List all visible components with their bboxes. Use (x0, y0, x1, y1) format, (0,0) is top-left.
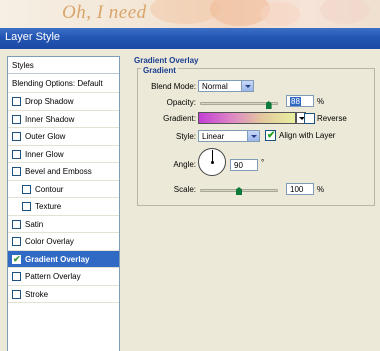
sidebar-item-blending-options-default[interactable]: Blending Options: Default (8, 74, 119, 93)
dialog-title-bar[interactable]: Layer Style (0, 28, 380, 49)
gradient-picker[interactable] (198, 112, 296, 124)
reverse-label: Reverse (317, 114, 347, 123)
sidebar-item-label: Outer Glow (25, 132, 66, 141)
styles-header[interactable]: Styles (8, 57, 119, 74)
gradient-overlay-panel: Gradient Overlay Gradient Blend Mode: No… (130, 56, 380, 351)
align-with-layer-label: Align with Layer (279, 131, 336, 140)
sidebar-item-checkbox[interactable] (12, 289, 21, 299)
background-decoration (260, 2, 300, 26)
blend-mode-value: Normal (202, 82, 228, 91)
checkmark-icon: ✔ (267, 130, 276, 141)
sidebar-item-checkbox[interactable] (12, 219, 21, 229)
sidebar-item-bevel-and-emboss[interactable]: Bevel and Emboss (8, 163, 119, 181)
sidebar-item-checkbox[interactable] (12, 132, 21, 141)
sidebar-item-gradient-overlay[interactable]: ✔ Gradient Overlay (8, 250, 119, 268)
sidebar-item-checkbox[interactable]: ✔ (12, 253, 21, 264)
sidebar-item-label: Drop Shadow (25, 97, 74, 106)
angle-value: 90 (234, 161, 243, 170)
opacity-label: Opacity: (166, 98, 196, 107)
dialog-title: Layer Style (5, 31, 61, 43)
style-value: Linear (202, 132, 225, 141)
angle-dial-center (211, 161, 214, 164)
style-select[interactable]: Linear (198, 130, 260, 142)
scale-input[interactable]: 100 (286, 183, 314, 195)
sidebar-item-checkbox[interactable] (12, 114, 21, 124)
styles-header-label: Styles (12, 61, 34, 70)
angle-unit: ° (261, 158, 265, 167)
sidebar-item-inner-glow[interactable]: Inner Glow (8, 146, 119, 163)
sidebar-item-label: Satin (25, 219, 44, 229)
chevron-down-icon[interactable] (241, 81, 253, 91)
sidebar-item-label: Stroke (25, 289, 49, 299)
scale-unit: % (317, 185, 325, 194)
sidebar-item-label: Inner Shadow (25, 114, 75, 124)
blend-mode-select[interactable]: Normal (198, 80, 254, 92)
sidebar-item-label: Pattern Overlay (25, 272, 81, 281)
sidebar-item-checkbox[interactable] (12, 167, 21, 176)
dialog-body: Styles Blending Options: Default Drop Sha… (0, 49, 380, 351)
sidebar-item-label: Color Overlay (25, 237, 74, 246)
sidebar-item-satin[interactable]: Satin (8, 216, 119, 233)
sidebar-item-checkbox[interactable] (12, 97, 21, 106)
sidebar-item-checkbox[interactable] (12, 272, 21, 281)
sidebar-item-inner-shadow[interactable]: Inner Shadow (8, 111, 119, 128)
scale-label: Scale: (173, 185, 196, 194)
sidebar-item-color-overlay[interactable]: Color Overlay (8, 233, 119, 251)
sidebar-item-checkbox[interactable] (12, 149, 21, 159)
sidebar-item-pattern-overlay[interactable]: Pattern Overlay (8, 268, 119, 286)
chevron-down-icon[interactable] (247, 131, 259, 141)
scale-value: 100 (290, 185, 304, 194)
sidebar-item-label: Bevel and Emboss (25, 167, 92, 176)
checkmark-icon: ✔ (13, 253, 21, 264)
angle-input[interactable]: 90 (230, 159, 258, 171)
opacity-value: 88 (290, 97, 301, 106)
background-decoration (320, 0, 370, 24)
align-with-layer-checkbox[interactable]: ✔ (265, 130, 276, 141)
panel-title: Gradient Overlay (134, 56, 199, 65)
sidebar-item-outer-glow[interactable]: Outer Glow (8, 128, 119, 146)
styles-list: Styles Blending Options: Default Drop Sha… (7, 56, 120, 351)
gradient-label: Gradient: (163, 114, 196, 123)
sidebar-item-label: Texture (35, 202, 62, 211)
angle-label: Angle: (173, 160, 196, 169)
angle-dial[interactable] (198, 148, 226, 176)
sidebar-item-checkbox[interactable] (22, 184, 31, 194)
sidebar-item-texture[interactable]: Texture (8, 198, 119, 216)
background-image-strip: Oh, I need (0, 0, 380, 28)
background-caption: Oh, I need (62, 2, 147, 23)
sidebar-item-label: Contour (35, 184, 64, 194)
sidebar-item-label: Inner Glow (25, 149, 64, 159)
sidebar-item-checkbox[interactable] (22, 202, 31, 211)
sidebar-item-stroke[interactable]: Stroke (8, 286, 119, 303)
sidebar-item-label: Gradient Overlay (25, 254, 90, 264)
group-title: Gradient (141, 66, 178, 75)
opacity-unit: % (317, 97, 325, 106)
style-label: Style: (175, 132, 196, 141)
sidebar-item-label: Blending Options: Default (12, 79, 103, 88)
sidebar-item-contour[interactable]: Contour (8, 181, 119, 198)
sidebar-item-checkbox[interactable] (12, 237, 21, 246)
opacity-input[interactable]: 88 (286, 95, 314, 107)
reverse-checkbox[interactable] (304, 113, 315, 124)
sidebar-item-drop-shadow[interactable]: Drop Shadow (8, 93, 119, 111)
blend-mode-label: Blend Mode: (151, 82, 196, 91)
